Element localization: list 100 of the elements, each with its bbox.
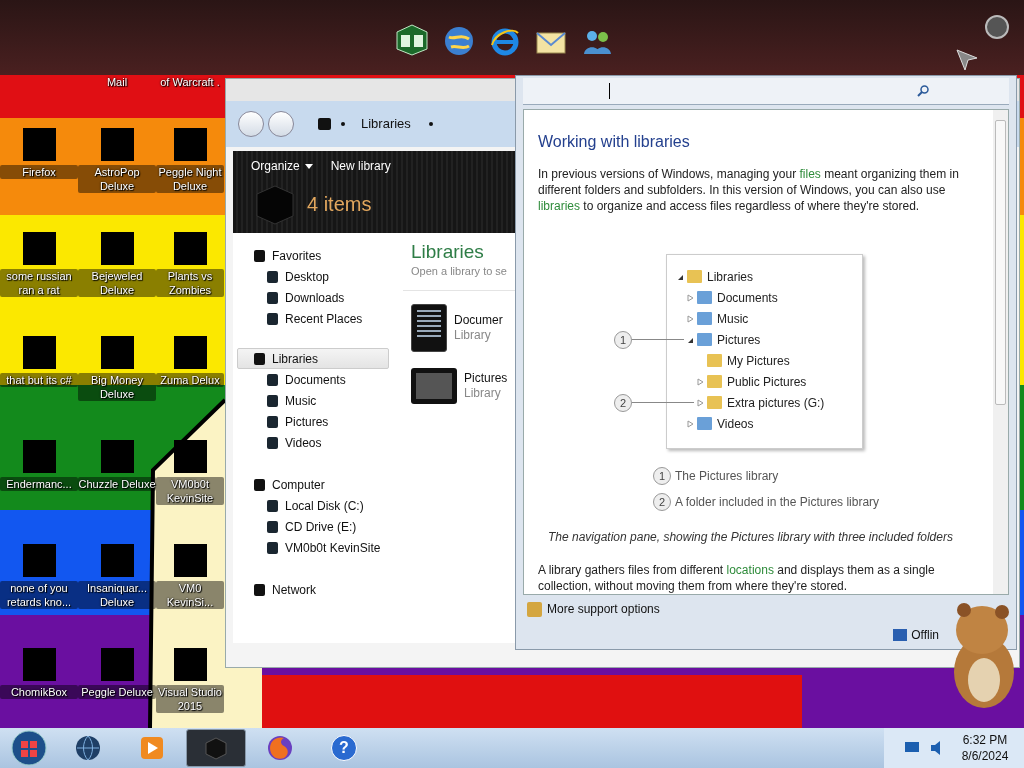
link[interactable]: libraries [538,199,580,214]
picture-frame-icon [411,367,457,404]
tree-item[interactable]: My Pictures [727,351,790,370]
collapsed-triangle-icon[interactable] [697,398,704,407]
link[interactable]: files [799,167,821,182]
article-title: Working with libraries [538,132,691,153]
figure-caption: The navigation pane, showing the Pictures library with three included folders [548,529,954,547]
icon-label[interactable]: Peggle Night Deluxe [156,165,224,193]
library-item[interactable]: Documer Library [411,298,515,357]
tree-item[interactable]: Pictures [717,330,761,349]
redacted-icon[interactable] [100,232,134,265]
callout-number: 2 [614,393,632,412]
toolbox-button[interactable] [985,14,1009,39]
nav-item[interactable]: Local Disk (C:) [237,495,393,516]
tree-item[interactable]: Documents [717,288,778,307]
globe-icon[interactable] [443,24,475,57]
icon-label[interactable]: Zuma Delux [156,373,224,387]
collapsed-triangle-icon[interactable] [687,293,694,302]
collapsed-triangle-icon[interactable] [687,419,694,428]
nav-item[interactable]: Libraries [237,348,389,369]
redacted-icon[interactable] [173,336,207,369]
redacted-icon[interactable] [173,648,207,681]
search-field[interactable] [523,78,1009,106]
start-button[interactable] [10,729,48,767]
leader-line [632,339,684,341]
dark-square-icon [254,352,265,365]
nav-item[interactable]: Documents [237,369,393,390]
redacted-icon[interactable] [173,544,207,577]
link[interactable]: locations [726,563,774,578]
nav-item[interactable]: CD Drive (E:) [237,516,393,537]
taskbar-button[interactable]: ? [314,729,374,767]
icon-label[interactable]: Visual Studio 2015 [156,685,224,713]
redacted-icon[interactable] [22,232,56,265]
dark-square-icon [267,291,278,304]
redacted-icon[interactable] [173,232,207,265]
icon-label[interactable]: ChomikBox [0,685,78,699]
toolbar-button[interactable]: New library [330,157,391,175]
nav-item[interactable]: Desktop [237,266,393,287]
dark-square-icon [254,249,265,262]
connection-status[interactable]: Offlin [893,626,939,645]
collapsed-triangle-icon[interactable] [687,314,694,323]
dark-square-icon [267,373,278,386]
icon-label[interactable]: Big Money Deluxe [78,373,156,401]
nav-item[interactable]: Videos [237,432,393,453]
scrollbar[interactable] [993,110,1008,595]
library-item[interactable]: Pictures Library [411,356,515,415]
nav-item[interactable]: Pictures [237,411,393,432]
redacted-icon[interactable] [100,128,134,161]
icon-label[interactable]: Bejeweled Deluxe [78,269,156,297]
icon-label[interactable]: Plants vs Zombies [156,269,224,297]
icon-label[interactable]: that but its c# [0,373,78,387]
tree-item[interactable]: Public Pictures [727,372,807,391]
redacted-icon[interactable] [173,128,207,161]
collapsed-triangle-icon[interactable] [697,377,704,386]
redacted-icon[interactable] [22,336,56,369]
nav-item[interactable]: Music [237,390,393,411]
tree-item[interactable]: Music [717,309,749,328]
icon-label[interactable]: Mail [106,75,128,89]
icon-label[interactable]: of Warcraft . [160,75,220,89]
search-icon[interactable] [917,85,929,98]
text-caret [609,83,610,100]
nav-item[interactable]: Downloads [237,287,393,308]
document-icon [411,303,447,352]
nav-item[interactable]: Computer [237,474,389,495]
icon-label[interactable]: VM0 KevinSi... [156,581,224,609]
dark-square-icon [267,312,278,325]
forward-button[interactable] [268,111,294,137]
back-button[interactable] [238,111,264,137]
icon-label[interactable]: VM0b0t KevinSite [156,477,224,505]
icon-label[interactable]: none of you retards kno... [0,581,78,609]
support-link[interactable]: More support options [527,600,660,619]
clock-date: 8/6/2024 [961,748,1009,764]
icon-label[interactable]: Endermanc... [0,477,78,491]
icon-label[interactable]: some russian ran a rat [0,269,78,297]
dark-square-icon [267,415,278,428]
icon-label[interactable]: Insaniquar... Deluxe [78,581,156,609]
dark-square-icon [267,499,278,512]
icon-label[interactable]: Chuzzle Deluxe [78,477,156,491]
icon-label[interactable]: AstroPop Deluxe [78,165,156,193]
taskbar-button[interactable] [186,729,246,767]
tree-item[interactable]: Libraries [707,267,754,286]
item-count: 4 items [307,192,372,217]
dark-square-icon [267,520,278,533]
callout-number: 1 [653,467,671,486]
nav-item[interactable]: Network [237,579,389,600]
icon-label[interactable]: Firefox [0,165,78,179]
toolbar-button[interactable]: Organize [251,157,313,175]
redacted-icon[interactable] [22,128,56,161]
nav-item[interactable]: Favorites [237,245,389,266]
tree-item[interactable]: Extra pictures (G:) [727,393,825,412]
icon-label[interactable]: Peggle Deluxe [78,685,156,699]
dark-square-icon [254,583,265,596]
nav-item[interactable]: Recent Places [237,308,393,329]
scrollbar-thumb[interactable] [995,120,1006,406]
nav-item[interactable]: VM0b0t KevinSite [237,537,393,558]
address-crumb[interactable]: Libraries [361,114,411,134]
tree-item[interactable]: Videos [717,414,754,433]
help-badge: ? [331,735,357,761]
caret-icon [304,163,313,169]
redacted-icon[interactable] [100,336,134,369]
